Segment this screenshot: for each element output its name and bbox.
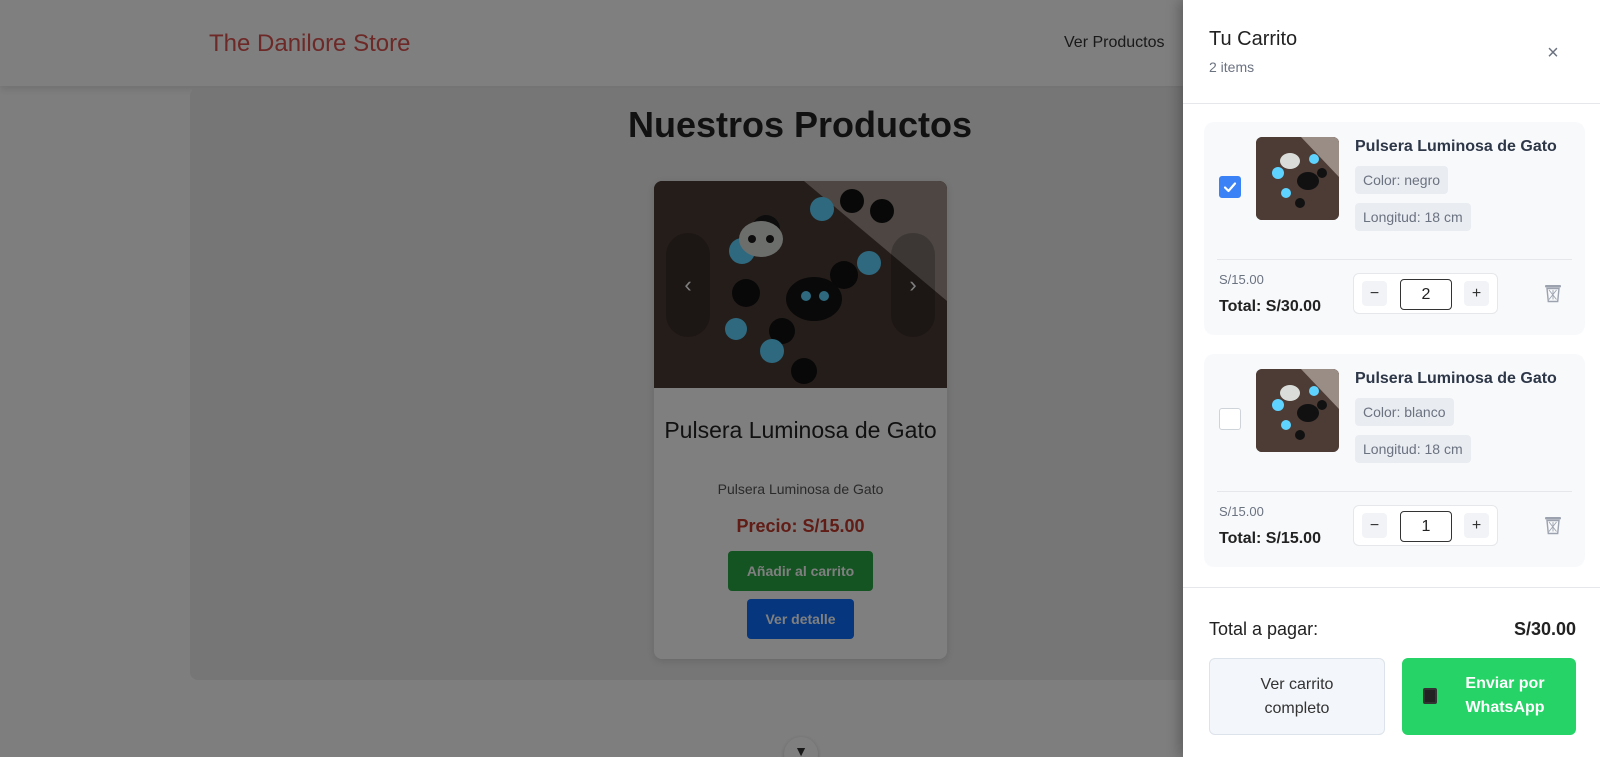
cart-item-count: 2 items [1209, 59, 1255, 75]
phone-icon [1423, 688, 1437, 704]
item-name: Pulsera Luminosa de Gato [1355, 138, 1557, 155]
cart-header: Tu Carrito 2 items × [1183, 0, 1600, 104]
item-total: Total: S/30.00 [1219, 298, 1321, 315]
item-color-tag: Color: negro [1355, 166, 1449, 194]
close-icon: × [1547, 41, 1559, 64]
item-divider [1217, 491, 1572, 492]
trash-icon [1545, 285, 1561, 303]
check-icon [1223, 182, 1237, 193]
item-length-tag: Longitud: 18 cm [1355, 203, 1471, 231]
quantity-input[interactable] [1400, 279, 1452, 310]
item-select-checkbox[interactable] [1219, 176, 1241, 198]
item-divider [1217, 259, 1572, 260]
view-full-cart-button[interactable]: Ver carrito completo [1209, 658, 1385, 735]
cart-title: Tu Carrito [1209, 28, 1298, 50]
quantity-input[interactable] [1400, 511, 1452, 542]
item-name: Pulsera Luminosa de Gato [1355, 370, 1557, 387]
item-unit-price: S/15.00 [1219, 504, 1264, 519]
item-select-checkbox[interactable] [1219, 408, 1241, 430]
item-color-tag: Color: blanco [1355, 398, 1454, 426]
whatsapp-label: Enviar por WhatsApp [1465, 675, 1545, 716]
total-value: S/30.00 [1513, 619, 1576, 639]
item-unit-price: S/15.00 [1219, 272, 1264, 287]
trash-icon [1545, 517, 1561, 535]
item-thumbnail [1256, 369, 1339, 452]
quantity-stepper: − + [1353, 505, 1498, 546]
cart-item: Pulsera Luminosa de Gato Color: blanco L… [1204, 354, 1585, 567]
send-whatsapp-button[interactable]: Enviar por WhatsApp [1402, 658, 1576, 735]
remove-item-button[interactable] [1542, 282, 1564, 304]
item-length-tag: Longitud: 18 cm [1355, 435, 1471, 463]
bracelet-thumbnail [1256, 369, 1339, 452]
quantity-increase-button[interactable]: + [1464, 513, 1489, 538]
quantity-stepper: − + [1353, 273, 1498, 314]
cart-footer: Total a pagar: S/30.00 Ver carrito compl… [1183, 587, 1600, 757]
remove-item-button[interactable] [1542, 514, 1564, 536]
cart-drawer: Tu Carrito 2 items × Pulsera Luminosa de… [1183, 0, 1600, 757]
item-thumbnail [1256, 137, 1339, 220]
bracelet-thumbnail [1256, 137, 1339, 220]
cart-item: Pulsera Luminosa de Gato Color: negro Lo… [1204, 122, 1585, 335]
quantity-decrease-button[interactable]: − [1362, 513, 1387, 538]
total-label: Total a pagar: [1209, 619, 1319, 639]
item-total: Total: S/15.00 [1219, 530, 1321, 547]
close-cart-button[interactable]: × [1540, 40, 1566, 66]
quantity-decrease-button[interactable]: − [1362, 281, 1387, 306]
quantity-increase-button[interactable]: + [1464, 281, 1489, 306]
